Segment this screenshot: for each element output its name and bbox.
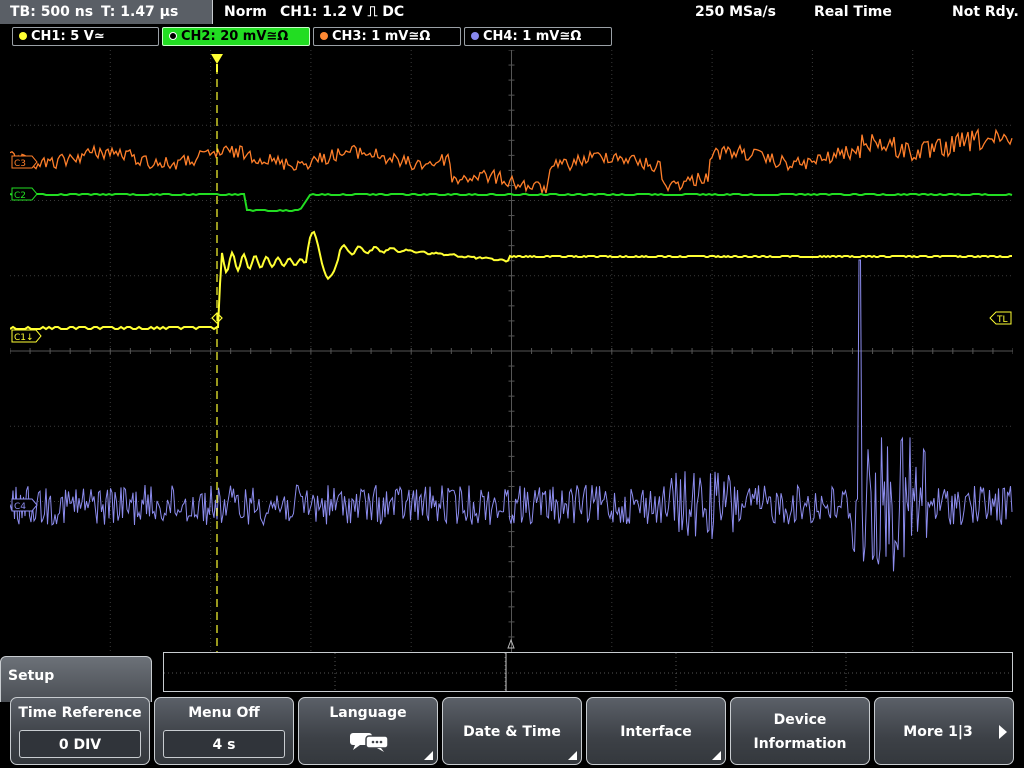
setup-menu-title: Setup	[8, 668, 55, 684]
timebase-readout: TB: 500 ns	[10, 4, 94, 20]
more-label: More 1|3	[903, 724, 973, 740]
more-softkey[interactable]: More 1|3	[874, 697, 1014, 765]
channel-1-dot	[19, 32, 27, 40]
svg-text:C3: C3	[14, 159, 26, 169]
channel-4-marker[interactable]: C4	[11, 498, 38, 512]
language-softkey[interactable]: Language	[298, 697, 438, 765]
svg-text:C4: C4	[14, 502, 26, 512]
acquisition-mode: Real Time	[814, 4, 892, 20]
submenu-indicator-icon	[568, 751, 577, 760]
channel-4-dot	[471, 32, 479, 40]
svg-text:TL: TL	[996, 315, 1008, 325]
language-icon	[350, 733, 389, 752]
trigger-info[interactable]: CH1: 1.2 V ⎍ DC	[280, 0, 404, 24]
waveform-display[interactable]: C3 C2 C1↓ C4 TL	[10, 50, 1013, 652]
channel-1-tab[interactable]: CH1: 5 V≃	[12, 27, 159, 46]
time-reference-softkey[interactable]: Time Reference 0 DIV	[10, 697, 150, 765]
next-page-icon	[999, 725, 1007, 739]
channel-3-dot	[320, 32, 328, 40]
trigger-time-readout: T: 1.47 µs	[101, 4, 179, 20]
channel-2-label: CH2: 20 mV≅Ω	[181, 29, 289, 44]
acquisition-state: Not Rdy.	[952, 4, 1019, 20]
channel-2-tab[interactable]: CH2: 20 mV≅Ω	[162, 27, 310, 46]
svg-text:C2: C2	[14, 191, 26, 201]
channel-3-label: CH3: 1 mV≅Ω	[332, 29, 431, 44]
channel-4-label: CH4: 1 mV≅Ω	[483, 29, 582, 44]
date-time-softkey[interactable]: Date & Time	[442, 697, 582, 765]
submenu-indicator-icon	[712, 751, 721, 760]
date-time-label: Date & Time	[463, 724, 561, 740]
menu-off-label: Menu Off	[188, 705, 260, 721]
channel-1-marker[interactable]: C1↓	[11, 329, 42, 343]
device-information-label-1: Device	[773, 712, 827, 728]
channel-2-dot	[169, 32, 177, 40]
language-label: Language	[329, 705, 407, 721]
interface-label: Interface	[620, 724, 692, 740]
submenu-indicator-icon	[424, 751, 433, 760]
time-reference-value: 0 DIV	[19, 730, 141, 758]
menu-off-softkey[interactable]: Menu Off 4 s	[154, 697, 294, 765]
interface-softkey[interactable]: Interface	[586, 697, 726, 765]
device-information-softkey[interactable]: Device Information	[730, 697, 870, 765]
channel-4-tab[interactable]: CH4: 1 mV≅Ω	[464, 27, 612, 46]
overview-grid	[164, 653, 1012, 691]
trigger-mode[interactable]: Norm	[224, 0, 267, 24]
record-overview[interactable]	[163, 652, 1013, 692]
time-reference-label: Time Reference	[18, 705, 142, 721]
menu-off-value: 4 s	[163, 730, 285, 758]
channel-3-tab[interactable]: CH3: 1 mV≅Ω	[313, 27, 461, 46]
sample-rate: 250 MSa/s	[695, 4, 777, 20]
svg-text:C1↓: C1↓	[14, 333, 34, 343]
channel-2-marker[interactable]: C2	[11, 187, 38, 201]
channel-1-label: CH1: 5 V≃	[31, 29, 105, 44]
channel-3-marker[interactable]: C3	[11, 155, 38, 169]
device-information-label-2: Information	[753, 736, 847, 752]
